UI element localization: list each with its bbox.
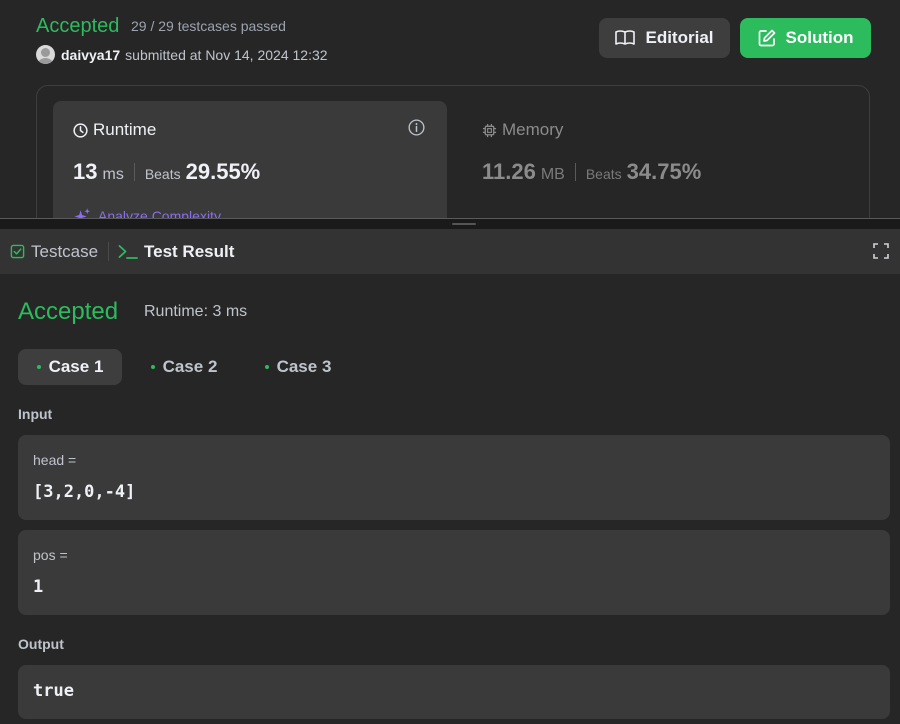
runtime-value: 13	[73, 159, 98, 184]
case-tab-label: Case 3	[276, 357, 332, 376]
memory-beats-label: Beats	[585, 166, 622, 182]
tab-test-result[interactable]: Test Result	[118, 229, 234, 274]
input-value[interactable]: [3,2,0,-4]	[33, 482, 135, 502]
solution-button[interactable]: Solution	[740, 18, 871, 58]
solution-label: Solution	[785, 28, 854, 47]
submission-meta: daivya17 submitted at Nov 14, 2024 12:32	[36, 45, 328, 64]
runtime-unit: ms	[102, 166, 124, 183]
input-name: pos =	[33, 547, 68, 563]
input-label: Input	[18, 406, 53, 422]
pass-dot	[264, 365, 269, 369]
result-runtime: Runtime: 3 ms	[144, 303, 248, 320]
input-box-pos: pos = 1	[18, 530, 890, 615]
pass-dot	[36, 365, 41, 369]
output-value[interactable]: true	[33, 681, 74, 701]
edit-icon	[758, 29, 775, 47]
testcases-passed: 29 / 29 testcases passed	[131, 18, 286, 34]
analyze-complexity-link[interactable]: Analyze Complexity	[73, 207, 221, 218]
analyze-label: Analyze Complexity	[98, 208, 221, 218]
editorial-label: Editorial	[645, 28, 714, 47]
bottom-tab-bar: Testcase Test Result	[0, 229, 900, 274]
terminal-icon	[118, 244, 138, 259]
book-icon	[615, 30, 636, 45]
runtime-beats-value: 29.55%	[185, 159, 261, 184]
case-tab-1[interactable]: Case 1	[18, 349, 122, 385]
tab-test-result-label: Test Result	[144, 241, 235, 261]
info-icon[interactable]	[408, 119, 425, 136]
input-box-head: head = [3,2,0,-4]	[18, 435, 890, 520]
case-tab-3[interactable]: Case 3	[248, 349, 348, 385]
submission-panel: Accepted 29 / 29 testcases passed daivya…	[0, 0, 900, 218]
chip-icon	[482, 123, 497, 137]
memory-value: 11.26	[482, 159, 536, 184]
runtime-card[interactable]: Runtime 13 ms Beats 29.55% Analyze Compl…	[53, 101, 447, 218]
memory-beats-value: 34.75%	[626, 159, 702, 184]
memory-unit: MB	[540, 166, 565, 183]
drag-handle[interactable]	[452, 223, 476, 225]
memory-value-row: 11.26 MB Beats 34.75%	[482, 159, 701, 185]
input-name: head =	[33, 452, 77, 468]
expand-icon[interactable]	[873, 243, 889, 259]
memory-title[interactable]: Memory	[482, 120, 563, 140]
submission-status: Accepted	[36, 15, 120, 37]
clock-icon	[73, 122, 88, 138]
runtime-value-row: 13 ms Beats 29.55%	[73, 159, 260, 185]
tab-testcase-label: Testcase	[31, 241, 99, 261]
input-value[interactable]: 1	[33, 577, 43, 597]
case-tab-label: Case 2	[162, 357, 218, 376]
stats-panel: Runtime 13 ms Beats 29.55% Analyze Compl…	[36, 85, 870, 218]
output-box: true	[18, 665, 890, 719]
avatar[interactable]	[36, 45, 55, 64]
case-tab-2[interactable]: Case 2	[134, 349, 234, 385]
divider	[133, 163, 135, 181]
pass-dot	[150, 365, 155, 369]
divider	[574, 163, 576, 181]
runtime-title-label: Runtime	[93, 120, 157, 139]
tab-divider	[108, 242, 109, 261]
editorial-button[interactable]: Editorial	[599, 18, 730, 58]
tab-testcase[interactable]: Testcase	[10, 229, 98, 274]
panel-resize-handle[interactable]	[0, 218, 900, 229]
username-link[interactable]: daivya17	[61, 47, 120, 63]
result-status: Accepted	[18, 298, 119, 325]
case-tab-label: Case 1	[48, 357, 104, 376]
sparkle-icon	[74, 208, 91, 218]
memory-title-label: Memory	[502, 120, 564, 139]
checkbox-icon	[10, 244, 25, 259]
runtime-title: Runtime	[73, 120, 156, 140]
submitted-time: submitted at Nov 14, 2024 12:32	[125, 46, 328, 63]
output-label: Output	[18, 636, 64, 652]
runtime-beats-label: Beats	[144, 166, 181, 182]
